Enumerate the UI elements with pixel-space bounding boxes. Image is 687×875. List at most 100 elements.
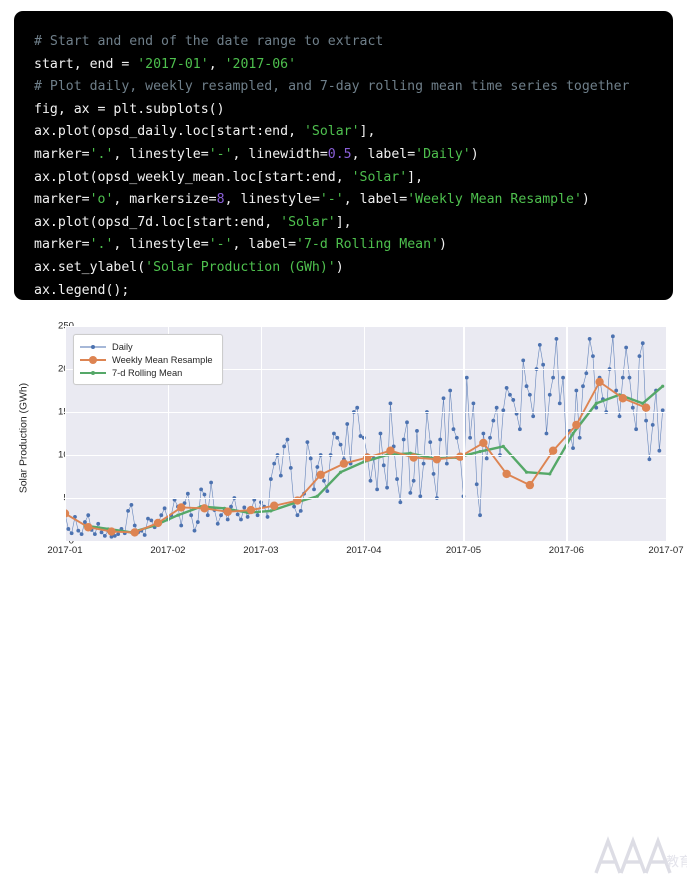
data-point <box>572 420 581 430</box>
code-line: ax.legend(); <box>34 280 673 300</box>
data-point <box>79 532 84 537</box>
code-token-pln: fig, ax = plt.subplots() <box>34 101 225 117</box>
code-token-str: '.' <box>89 146 114 162</box>
data-point <box>96 521 101 526</box>
data-point <box>525 480 535 490</box>
watermark: 教育 <box>588 833 687 875</box>
code-token-pln: ax.plot(opsd_7d.loc[start:end, <box>34 214 281 230</box>
data-point <box>398 500 403 505</box>
code-token-pln: , label= <box>232 237 297 253</box>
code-token-str: 'Weekly Mean Resample' <box>407 192 582 208</box>
legend-swatch-icon <box>80 367 106 379</box>
gridline-horizontal <box>65 498 666 500</box>
data-point <box>454 435 459 440</box>
data-point <box>431 472 436 476</box>
code-token-pln: , label= <box>343 192 408 208</box>
data-point <box>338 442 343 447</box>
code-token-pln: , label= <box>351 146 416 162</box>
data-point <box>335 435 340 440</box>
code-token-str: '-' <box>319 192 344 208</box>
data-point <box>640 341 645 346</box>
data-point <box>269 509 273 513</box>
data-point <box>557 401 562 406</box>
watermark-sub: 教育 <box>666 854 687 870</box>
data-point <box>577 435 582 440</box>
code-token-pln: ax.plot(opsd_weekly_mean.loc[start:end, <box>34 169 352 185</box>
data-point <box>225 517 230 522</box>
code-token-pln: marker= <box>34 237 90 253</box>
data-point <box>69 531 74 536</box>
gridline-vertical <box>260 326 263 541</box>
code-line: ax.plot(opsd_7d.loc[start:end, 'Solar'], <box>34 212 673 235</box>
code-token-str: 'Solar' <box>280 214 336 230</box>
data-point <box>468 435 472 440</box>
code-line: marker='.', linestyle='-', label='7-d Ro… <box>34 234 673 257</box>
code-token-str: '-' <box>208 146 233 162</box>
gridline-horizontal <box>65 455 666 457</box>
data-point <box>149 518 154 523</box>
chart-legend: Daily Weekly Mean Resample 7-d Rolling Mea… <box>73 334 223 385</box>
code-line: marker='o', markersize=8, linestyle='-',… <box>34 189 673 212</box>
x-tick-label: 2017-07 <box>648 545 684 556</box>
data-point <box>432 455 442 464</box>
legend-item[interactable]: Weekly Mean Resample <box>80 353 213 366</box>
data-point <box>630 405 635 410</box>
data-point <box>641 403 651 412</box>
data-point <box>441 396 446 401</box>
y-axis-label: Solar Production (GWh) <box>18 382 30 493</box>
gridline-horizontal <box>65 412 666 414</box>
data-point <box>375 487 380 492</box>
data-point <box>76 528 81 533</box>
data-point <box>189 513 194 518</box>
code-token-pln: ax.plot(opsd_daily.loc[start:end, <box>34 124 304 140</box>
code-line: ax.plot(opsd_weekly_mean.loc[start:end, … <box>34 167 673 190</box>
gridline-horizontal <box>65 326 666 328</box>
data-point <box>511 398 516 402</box>
data-point <box>541 362 546 367</box>
data-point <box>107 527 116 536</box>
data-point <box>185 491 190 496</box>
code-token-pln: marker= <box>34 192 90 208</box>
data-point <box>627 375 632 380</box>
data-point <box>99 530 104 535</box>
x-tick-label: 2017-01 <box>47 545 83 556</box>
data-point <box>518 427 522 432</box>
data-point <box>444 461 449 466</box>
data-point <box>102 533 107 538</box>
data-point <box>282 444 287 449</box>
data-point <box>637 354 642 358</box>
data-point <box>239 517 243 522</box>
code-line: ax.plot(opsd_daily.loc[start:end, 'Solar… <box>34 121 673 144</box>
data-point <box>478 449 482 454</box>
data-point <box>246 505 256 515</box>
data-point <box>116 532 121 537</box>
gridline-vertical <box>65 326 67 541</box>
data-point <box>494 405 499 410</box>
data-point <box>474 482 479 487</box>
data-point <box>650 423 655 427</box>
data-point <box>86 513 91 518</box>
data-point <box>547 392 552 397</box>
data-point <box>316 470 325 479</box>
data-point <box>587 337 592 341</box>
data-point <box>278 473 283 478</box>
data-point <box>401 437 406 442</box>
data-point <box>130 528 139 537</box>
data-point <box>146 516 150 521</box>
data-point <box>451 427 456 432</box>
code-token-num: 8 <box>216 192 225 208</box>
data-point <box>153 518 163 528</box>
legend-item[interactable]: Daily <box>80 340 213 353</box>
data-point <box>200 504 209 513</box>
data-point <box>385 485 389 490</box>
code-line: # Plot daily, weekly resampled, and 7-da… <box>34 76 673 99</box>
code-token-pln: , linestyle= <box>113 146 209 162</box>
code-token-str: 'Solar' <box>351 169 408 185</box>
data-point <box>205 513 210 518</box>
data-point <box>591 354 595 358</box>
data-point <box>255 513 260 518</box>
data-point <box>504 386 509 390</box>
code-token-pln: , <box>208 56 225 72</box>
data-point <box>292 504 297 509</box>
legend-item[interactable]: 7-d Rolling Mean <box>80 366 213 379</box>
